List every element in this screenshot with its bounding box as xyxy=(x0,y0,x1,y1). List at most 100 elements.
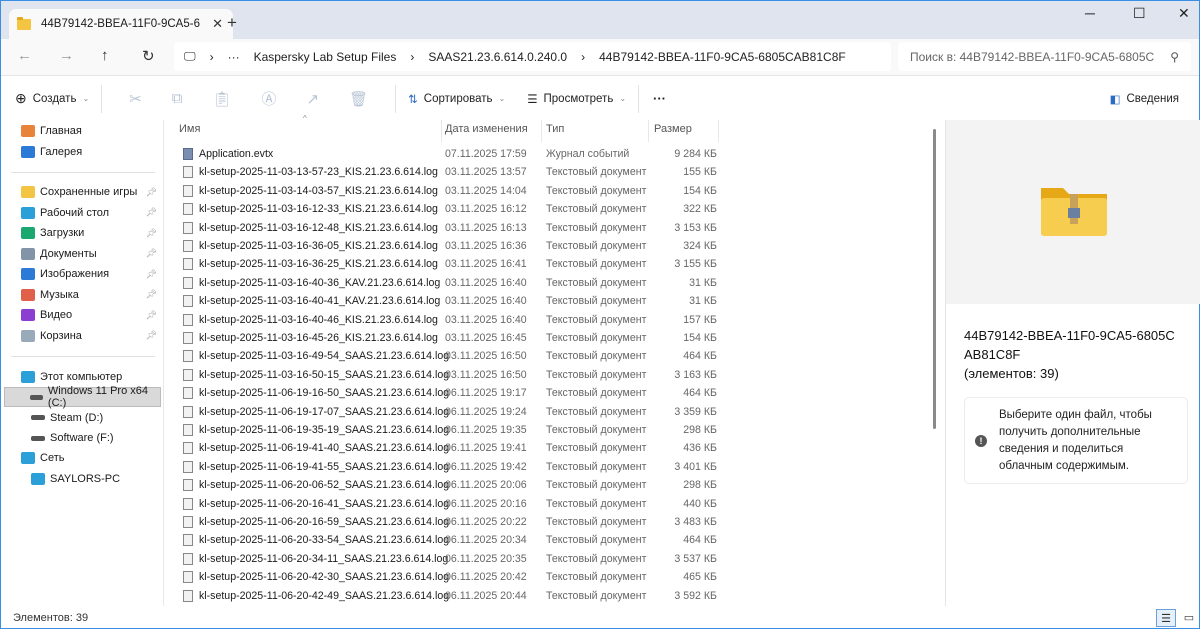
file-row[interactable]: kl-setup-2025-11-06-19-41-55_SAAS.21.23.… xyxy=(183,458,723,476)
column-divider[interactable] xyxy=(541,120,542,142)
file-date: 03.11.2025 16:50 xyxy=(445,350,527,363)
file-row[interactable]: kl-setup-2025-11-03-16-50-15_SAAS.21.23.… xyxy=(183,366,723,384)
file-row[interactable]: kl-setup-2025-11-03-16-49-54_SAAS.21.23.… xyxy=(183,347,723,365)
sidebar-item[interactable]: Рабочий стол 📌︎ xyxy=(21,203,161,223)
pin-icon[interactable]: 📌︎ xyxy=(146,289,157,300)
view-icon: ☰ xyxy=(527,93,538,106)
pin-icon[interactable]: 📌︎ xyxy=(146,269,157,280)
back-icon[interactable]: ← xyxy=(17,47,32,64)
pin-icon[interactable]: 📌︎ xyxy=(146,228,157,239)
event-log-icon xyxy=(183,148,193,160)
text-file-icon xyxy=(183,332,193,344)
text-file-icon xyxy=(183,552,193,565)
sidebar-item[interactable]: Видео 📌︎ xyxy=(21,305,161,325)
close-tab-icon[interactable]: ✕ xyxy=(212,16,223,32)
forward-icon[interactable]: → xyxy=(59,47,74,64)
up-icon[interactable]: ↑ xyxy=(101,47,109,64)
file-row[interactable]: kl-setup-2025-11-06-20-16-41_SAAS.21.23.… xyxy=(183,495,723,513)
column-divider[interactable] xyxy=(718,120,719,142)
breadcrumb-item[interactable]: Kaspersky Lab Setup Files xyxy=(254,50,397,64)
sidebar-item[interactable]: Сеть xyxy=(21,448,161,468)
file-row[interactable]: kl-setup-2025-11-06-20-42-30_SAAS.21.23.… xyxy=(183,568,723,586)
close-button[interactable]: ✕ xyxy=(1178,5,1190,22)
sidebar-item[interactable]: SAYLORS-PC xyxy=(31,469,171,489)
file-name: kl-setup-2025-11-03-16-12-48_KIS.21.23.6… xyxy=(199,221,438,234)
address-bar[interactable]: 🖵 › ··· Kaspersky Lab Setup Files › SAAS21… xyxy=(174,42,891,71)
file-row[interactable]: kl-setup-2025-11-03-16-40-46_KIS.21.23.6… xyxy=(183,311,723,329)
column-header-date[interactable]: Дата изменения xyxy=(445,123,528,135)
file-row[interactable]: Application.evtx 07.11.2025 17:59 Журнал с… xyxy=(183,145,723,163)
file-row[interactable]: kl-setup-2025-11-06-20-34-11_SAAS.21.23.… xyxy=(183,550,723,568)
file-row[interactable]: kl-setup-2025-11-03-16-45-26_KIS.21.23.6… xyxy=(183,329,723,347)
sidebar-item[interactable]: Главная xyxy=(21,121,161,141)
sidebar-item[interactable]: Этот компьютер xyxy=(21,367,161,387)
sidebar-item[interactable]: Изображения 📌︎ xyxy=(21,264,161,284)
pin-icon[interactable]: 📌︎ xyxy=(146,187,157,198)
plus-circle-icon: ⊕ xyxy=(15,90,27,106)
column-header-name[interactable]: Имя xyxy=(179,123,200,135)
sidebar-item[interactable]: Корзина 📌︎ xyxy=(21,326,161,346)
maximize-button[interactable]: ☐ xyxy=(1133,5,1146,22)
file-row[interactable]: kl-setup-2025-11-06-19-35-19_SAAS.21.23.… xyxy=(183,421,723,439)
file-row[interactable]: kl-setup-2025-11-03-16-40-41_KAV.21.23.6… xyxy=(183,292,723,310)
pin-icon[interactable]: 📌︎ xyxy=(146,310,157,321)
sidebar-item[interactable]: Сохраненные игры 📌︎ xyxy=(21,182,161,202)
sidebar-item[interactable]: Документы 📌︎ xyxy=(21,244,161,264)
file-row[interactable]: kl-setup-2025-11-06-20-42-49_SAAS.21.23.… xyxy=(183,587,723,605)
details-button[interactable]: ◧ Сведения xyxy=(1110,92,1179,106)
file-row[interactable]: kl-setup-2025-11-03-16-36-25_KIS.21.23.6… xyxy=(183,255,723,273)
tiles-view-icon[interactable]: ▭ xyxy=(1179,609,1199,627)
sidebar-item[interactable]: Загрузки 📌︎ xyxy=(21,223,161,243)
breadcrumb-ellipsis[interactable]: ··· xyxy=(228,50,240,64)
file-row[interactable]: kl-setup-2025-11-03-16-12-48_KIS.21.23.6… xyxy=(183,219,723,237)
sidebar-item[interactable]: Windows 11 Pro x64 (C:) xyxy=(4,385,161,409)
file-date: 03.11.2025 16:50 xyxy=(445,368,527,381)
sort-button[interactable]: ⇅ Сортировать ⌄ xyxy=(408,92,505,106)
cut-icon[interactable]: ✂ xyxy=(129,90,142,108)
sidebar-item[interactable]: Музыка 📌︎ xyxy=(21,285,161,305)
file-date: 06.11.2025 20:35 xyxy=(445,552,527,565)
column-header-type[interactable]: Тип xyxy=(546,123,564,135)
file-row[interactable]: kl-setup-2025-11-06-20-33-54_SAAS.21.23.… xyxy=(183,531,723,549)
search-input[interactable]: Поиск в: 44B79142-BBEA-11F0-9CA5-6805C ⚲ xyxy=(898,42,1191,71)
pin-icon[interactable]: 📌︎ xyxy=(146,330,157,341)
pin-icon[interactable]: 📌︎ xyxy=(146,207,157,218)
rename-icon[interactable]: Ⓐ xyxy=(262,88,277,109)
minimize-button[interactable]: ─ xyxy=(1085,5,1095,21)
details-view-icon[interactable]: ☰ xyxy=(1156,609,1176,627)
scrollbar[interactable] xyxy=(933,129,936,429)
file-row[interactable]: kl-setup-2025-11-03-13-57-23_KIS.21.23.6… xyxy=(183,163,723,181)
file-row[interactable]: kl-setup-2025-11-03-16-40-36_KAV.21.23.6… xyxy=(183,274,723,292)
create-button[interactable]: ⊕ Создать ⌄ xyxy=(15,90,89,107)
file-row[interactable]: kl-setup-2025-11-03-14-03-57_KIS.21.23.6… xyxy=(183,182,723,200)
file-row[interactable]: kl-setup-2025-11-06-20-06-52_SAAS.21.23.… xyxy=(183,476,723,494)
file-row[interactable]: kl-setup-2025-11-03-16-12-33_KIS.21.23.6… xyxy=(183,200,723,218)
file-row[interactable]: kl-setup-2025-11-03-16-36-05_KIS.21.23.6… xyxy=(183,237,723,255)
sidebar-item[interactable]: Галерея xyxy=(21,142,161,162)
view-button[interactable]: ☰ Просмотреть ⌄ xyxy=(527,92,626,106)
tab-active[interactable]: 44B79142-BBEA-11F0-9CA5-6 ✕ xyxy=(9,9,233,39)
column-divider[interactable] xyxy=(441,120,442,142)
more-button[interactable]: ··· xyxy=(653,91,666,106)
breadcrumb-item[interactable]: 44B79142-BBEA-11F0-9CA5-6805CAB81C8F xyxy=(599,50,846,64)
sidebar-item[interactable]: Steam (D:) xyxy=(31,408,171,428)
sidebar-item[interactable]: Software (F:) xyxy=(31,428,171,448)
breadcrumb-item[interactable]: SAAS21.23.6.614.0.240.0 xyxy=(428,50,567,64)
pin-icon[interactable]: 📌︎ xyxy=(146,248,157,259)
file-row[interactable]: kl-setup-2025-11-06-19-16-50_SAAS.21.23.… xyxy=(183,384,723,402)
file-row[interactable]: kl-setup-2025-11-06-20-16-59_SAAS.21.23.… xyxy=(183,513,723,531)
column-divider[interactable] xyxy=(648,120,649,142)
new-tab-button[interactable]: + xyxy=(227,13,237,33)
refresh-icon[interactable]: ↻ xyxy=(142,47,155,65)
file-name: kl-setup-2025-11-03-16-40-41_KAV.21.23.6… xyxy=(199,295,441,308)
share-icon[interactable]: ↗ xyxy=(307,90,320,108)
file-size: 31 КБ xyxy=(689,276,717,289)
file-row[interactable]: kl-setup-2025-11-06-19-41-40_SAAS.21.23.… xyxy=(183,439,723,457)
copy-icon[interactable]: ⧉ xyxy=(172,90,183,107)
delete-icon[interactable]: 🗑︎ xyxy=(349,90,368,108)
paste-icon[interactable]: 📋︎ xyxy=(212,90,231,108)
file-date: 03.11.2025 13:57 xyxy=(445,166,527,179)
file-row[interactable]: kl-setup-2025-11-06-19-17-07_SAAS.21.23.… xyxy=(183,403,723,421)
sidebar-item-label: Этот компьютер xyxy=(40,371,123,383)
column-header-size[interactable]: Размер xyxy=(654,123,692,135)
